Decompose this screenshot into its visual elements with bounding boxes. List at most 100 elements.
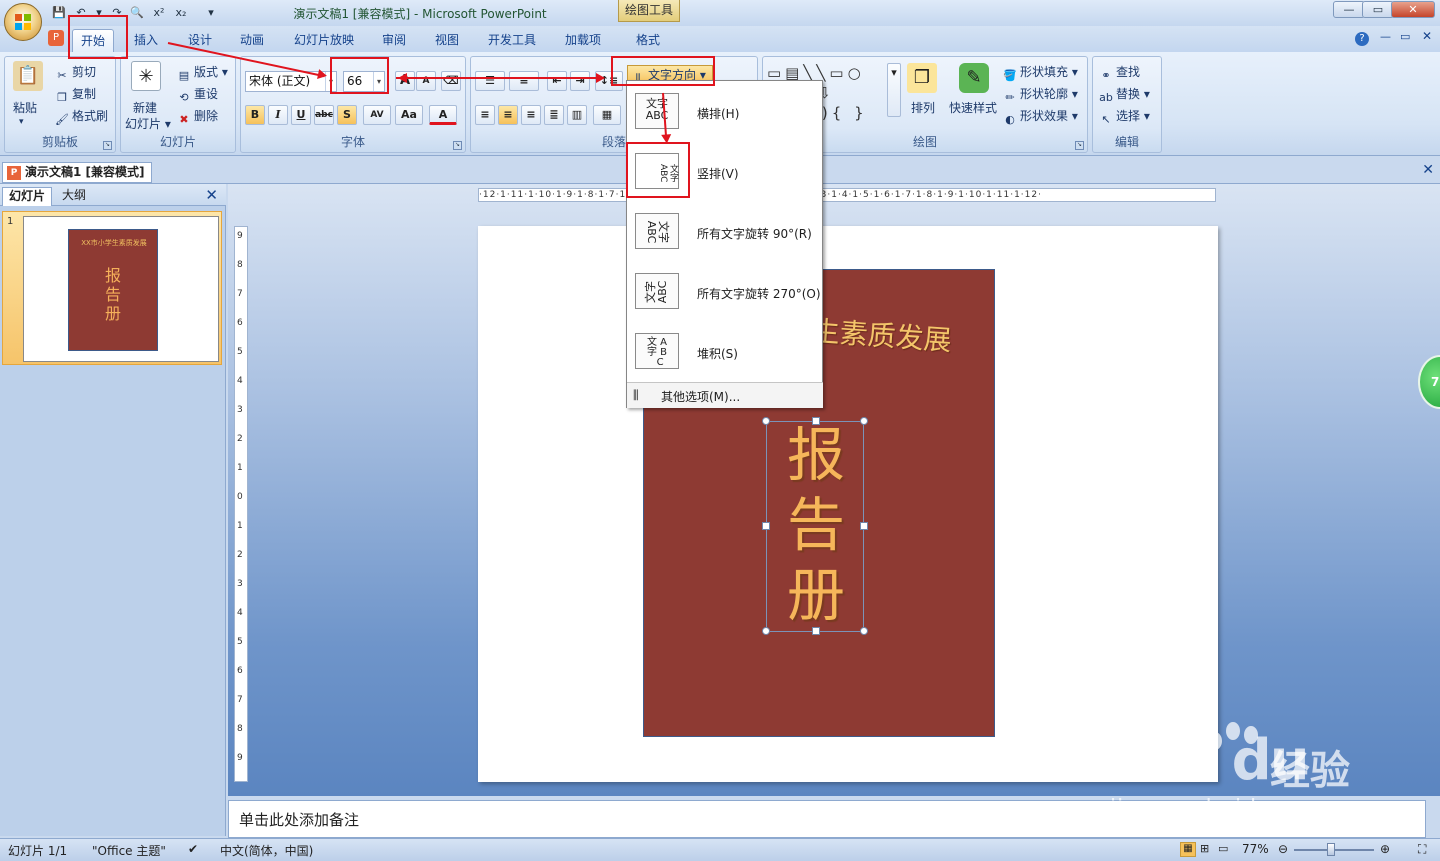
format-painter-button[interactable]: 🖌 格式刷	[55, 107, 108, 127]
tab-insert[interactable]: 插入	[126, 29, 166, 52]
minimize-button[interactable]: —	[1333, 1, 1365, 18]
tab-review[interactable]: 审阅	[374, 29, 414, 52]
slide-thumbnail[interactable]: XX市小学生素质发展 报告册	[23, 216, 219, 362]
effects-icon: ◐	[1005, 113, 1015, 126]
ribbon-restore-icon[interactable]: ▭	[1400, 30, 1410, 43]
justify-icon[interactable]: ≣	[544, 105, 564, 125]
close-document-icon[interactable]: ✕	[1422, 162, 1434, 178]
slide-thumbnail-row[interactable]: 1 XX市小学生素质发展 报告册	[2, 211, 222, 365]
reset-button[interactable]: ⟲ 重设	[177, 85, 218, 105]
font-expand-icon[interactable]: ↘	[453, 141, 462, 150]
vertical-ruler[interactable]: 9 8 7 6 5 4 3 2 1 0 1 2 3 4 5 6 7 8 9	[234, 226, 248, 782]
zoom-slider-knob[interactable]	[1327, 843, 1335, 856]
resize-handle-tr[interactable]	[860, 417, 868, 425]
decrease-indent-icon[interactable]: ⇤	[547, 71, 567, 91]
ribbon-minimize-icon[interactable]: —	[1380, 30, 1391, 43]
italic-button[interactable]: I	[268, 105, 288, 125]
tab-slides-pane[interactable]: 幻灯片	[2, 187, 53, 206]
shape-effects-button[interactable]: ◐ 形状效果 ▾	[1003, 107, 1078, 127]
vruler-tick-label: 9	[237, 753, 243, 763]
tab-addins[interactable]: 加载项	[557, 29, 609, 52]
clear-format-icon[interactable]: ⌫	[441, 71, 461, 91]
resize-handle-l[interactable]	[762, 522, 770, 530]
tab-view[interactable]: 视图	[427, 29, 467, 52]
status-slide-count: 幻灯片 1/1	[8, 844, 68, 858]
change-case-button[interactable]: Aa	[395, 105, 423, 125]
align-right-icon[interactable]: ≡	[521, 105, 541, 125]
paste-button[interactable]: 粘贴	[13, 99, 37, 116]
align-left-icon[interactable]: ≡	[475, 105, 495, 125]
quick-styles-button[interactable]: 快速样式	[949, 99, 997, 116]
delete-slide-button[interactable]: ✖ 删除	[177, 107, 218, 127]
selected-textbox-outline[interactable]	[762, 417, 868, 635]
cut-button[interactable]: ✂ 剪切	[55, 63, 96, 83]
copy-icon: ❐	[57, 91, 67, 104]
new-slide-dropdown[interactable]: 幻灯片 ▾	[125, 115, 171, 132]
close-window-button[interactable]: ✕	[1391, 1, 1435, 18]
underline-button[interactable]: U	[291, 105, 311, 125]
tab-slideshow[interactable]: 幻灯片放映	[286, 29, 362, 52]
help-icon[interactable]: ?	[1355, 32, 1369, 46]
shrink-font-button[interactable]: A	[416, 71, 436, 91]
slide-sorter-icon[interactable]: ⊞	[1200, 842, 1209, 855]
document-tab-label: 演示文稿1 [兼容模式]	[25, 165, 145, 179]
shape-fill-button[interactable]: 🪣 形状填充 ▾	[1003, 63, 1078, 83]
close-pane-icon[interactable]: ✕	[205, 186, 218, 204]
shape-outline-button[interactable]: ✏ 形状轮廓 ▾	[1003, 85, 1077, 105]
bullets-icon[interactable]: ☰	[475, 71, 505, 91]
numbering-icon[interactable]: ≡	[509, 71, 539, 91]
slideshow-view-icon[interactable]: ▭	[1218, 842, 1228, 855]
distributed-icon[interactable]: ▥	[567, 105, 587, 125]
drawing-expand-icon[interactable]: ↘	[1075, 141, 1084, 150]
font-color-button[interactable]: A	[429, 105, 457, 125]
columns-icon[interactable]: ▦	[593, 105, 621, 125]
char-spacing-button[interactable]: AV	[363, 105, 391, 125]
menu-item-stacked[interactable]: 文 A 字 B C 堆积(S)	[627, 323, 823, 381]
zoom-in-icon[interactable]: ⊕	[1380, 842, 1390, 856]
strikethrough-button[interactable]: abc	[314, 105, 334, 125]
menu-item-rotate-270[interactable]: 文字 ABC 所有文字旋转 270°(O)	[627, 263, 823, 321]
tab-animation[interactable]: 动画	[232, 29, 272, 52]
horizontal-ruler[interactable]: ·12·1·11·1·10·1·9·1·8·1·7·1·6·1·5·1·4·1·…	[478, 188, 1216, 202]
tab-developer[interactable]: 开发工具	[480, 29, 544, 52]
resize-handle-br[interactable]	[860, 627, 868, 635]
zoom-out-icon[interactable]: ⊖	[1278, 842, 1288, 856]
shapes-scroll-icon[interactable]: ▾	[887, 63, 901, 117]
replace-button[interactable]: ab 替换 ▾	[1099, 85, 1150, 105]
bold-button[interactable]: B	[245, 105, 265, 125]
increase-indent-icon[interactable]: ⇥	[570, 71, 590, 91]
paste-dropdown-icon[interactable]: ▾	[19, 117, 24, 127]
tab-outline-pane[interactable]: 大纲	[56, 187, 92, 206]
notes-placeholder[interactable]: 单击此处添加备注	[239, 809, 359, 830]
spellcheck-icon[interactable]: ✔	[188, 842, 198, 856]
menu-item-horizontal[interactable]: 文字 ABC 横排(H)	[627, 83, 823, 141]
tab-format[interactable]: 格式	[628, 29, 668, 52]
status-language[interactable]: 中文(简体，中国)	[220, 842, 313, 859]
resize-handle-t[interactable]	[812, 417, 820, 425]
fit-to-window-icon[interactable]: ⛶	[1418, 842, 1426, 857]
clipboard-expand-icon[interactable]: ↘	[103, 141, 112, 150]
select-button[interactable]: ↖ 选择 ▾	[1099, 107, 1149, 127]
new-slide-button[interactable]: 新建	[133, 99, 157, 116]
resize-handle-r[interactable]	[860, 522, 868, 530]
zoom-level[interactable]: 77%	[1242, 842, 1269, 856]
paint-bucket-icon: 🪣	[1003, 69, 1017, 82]
copy-button[interactable]: ❐ 复制	[55, 85, 96, 105]
document-tab[interactable]: P 演示文稿1 [兼容模式]	[2, 162, 152, 183]
align-center-icon[interactable]: ≡	[498, 105, 518, 125]
resize-handle-b[interactable]	[812, 627, 820, 635]
office-button[interactable]	[4, 3, 42, 41]
maximize-button[interactable]: ▭	[1362, 1, 1394, 18]
resize-handle-bl[interactable]	[762, 627, 770, 635]
delete-label: 删除	[194, 109, 219, 123]
shadow-button[interactable]: S	[337, 105, 357, 125]
menu-label-horizontal: 横排(H)	[697, 107, 740, 121]
menu-item-rotate-90[interactable]: 文字 ABC 所有文字旋转 90°(R)	[627, 203, 823, 261]
normal-view-icon[interactable]: ▦	[1180, 842, 1196, 857]
layout-button[interactable]: ▤ 版式 ▾	[177, 63, 228, 83]
resize-handle-tl[interactable]	[762, 417, 770, 425]
find-button[interactable]: ⚭ 查找	[1099, 63, 1140, 83]
menu-item-more-options[interactable]: ⫼ 其他选项(M)...	[627, 382, 823, 408]
arrange-button[interactable]: 排列	[911, 99, 935, 116]
ribbon-close-icon[interactable]: ✕	[1422, 29, 1432, 43]
